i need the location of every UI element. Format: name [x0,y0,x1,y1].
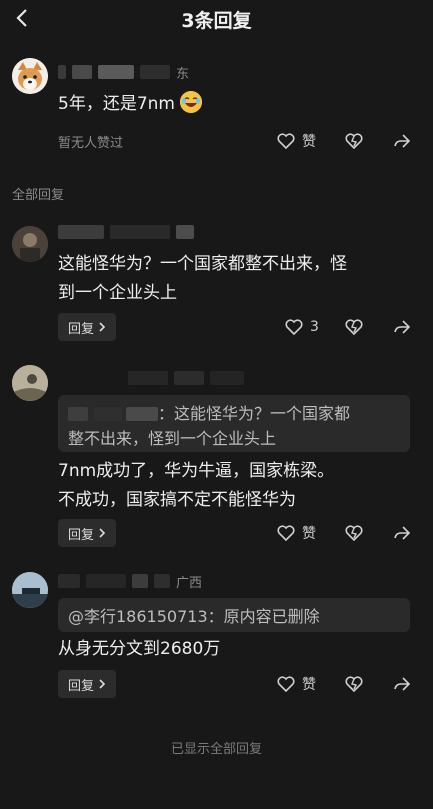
chevron-right-icon [99,322,106,332]
chevron-right-icon [99,528,106,538]
username[interactable] [128,370,244,386]
like-button[interactable]: 赞 [276,131,316,151]
heart-icon [276,523,296,543]
reply-button[interactable]: 回复 [58,313,117,341]
username[interactable]: 东 [58,64,190,82]
region-label: 广西 [176,575,203,591]
section-label: 全部回复 [12,188,65,203]
reply-button[interactable]: 回复 [58,519,117,547]
header: 3条回复 [0,0,433,38]
like-status: 暂无人赞过 [58,136,124,151]
dislike-button[interactable] [344,674,364,694]
broken-heart-icon [344,131,364,151]
share-button[interactable] [392,523,412,543]
heart-icon [284,317,304,337]
chevron-right-icon [99,679,106,689]
dislike-button[interactable] [344,131,364,151]
reply-text: 7nm成功了，华为牛逼，国家栋梁。 不成功，国家搞不定不能怪华为 [58,461,335,510]
reply-text: 从身无分文到2680万 [58,639,221,659]
page-title: 3条回复 [181,10,252,32]
region-label: 东 [176,66,190,82]
like-count: 3 [310,319,319,335]
broken-heart-icon [344,674,364,694]
heart-icon [276,131,296,151]
heart-icon [276,674,296,694]
broken-heart-icon [344,523,364,543]
comment-text: 5年，还是7nm [58,90,203,119]
share-icon [392,674,412,694]
share-button[interactable] [392,674,412,694]
like-button[interactable]: 3 [284,317,319,337]
avatar[interactable] [12,365,48,401]
broken-heart-icon [344,317,364,337]
end-of-replies-label: 已显示全部回复 [170,742,262,757]
quoted-reply[interactable]: @李行186150713：原内容已删除 [58,598,410,632]
share-button[interactable] [392,131,412,151]
share-button[interactable] [392,317,412,337]
avatar[interactable] [12,572,48,608]
like-button[interactable]: 赞 [276,674,316,694]
share-icon [392,317,412,337]
avatar[interactable] [12,226,48,262]
like-button[interactable]: 赞 [276,523,316,543]
quoted-reply[interactable]: ：这能怪华为？一个国家都 整不出来，怪到一个企业头上 [58,395,410,452]
avatar[interactable] [12,58,48,94]
username[interactable]: 广西 [58,573,203,591]
dislike-button[interactable] [344,317,364,337]
share-icon [392,523,412,543]
dislike-button[interactable] [344,523,364,543]
username[interactable] [58,224,194,240]
reply-text: 这能怪华为？一个国家都整不出来，怪 到一个企业头上 [58,254,347,303]
share-icon [392,131,412,151]
reply-button[interactable]: 回复 [58,670,117,698]
laughing-emoji-icon [180,91,203,113]
